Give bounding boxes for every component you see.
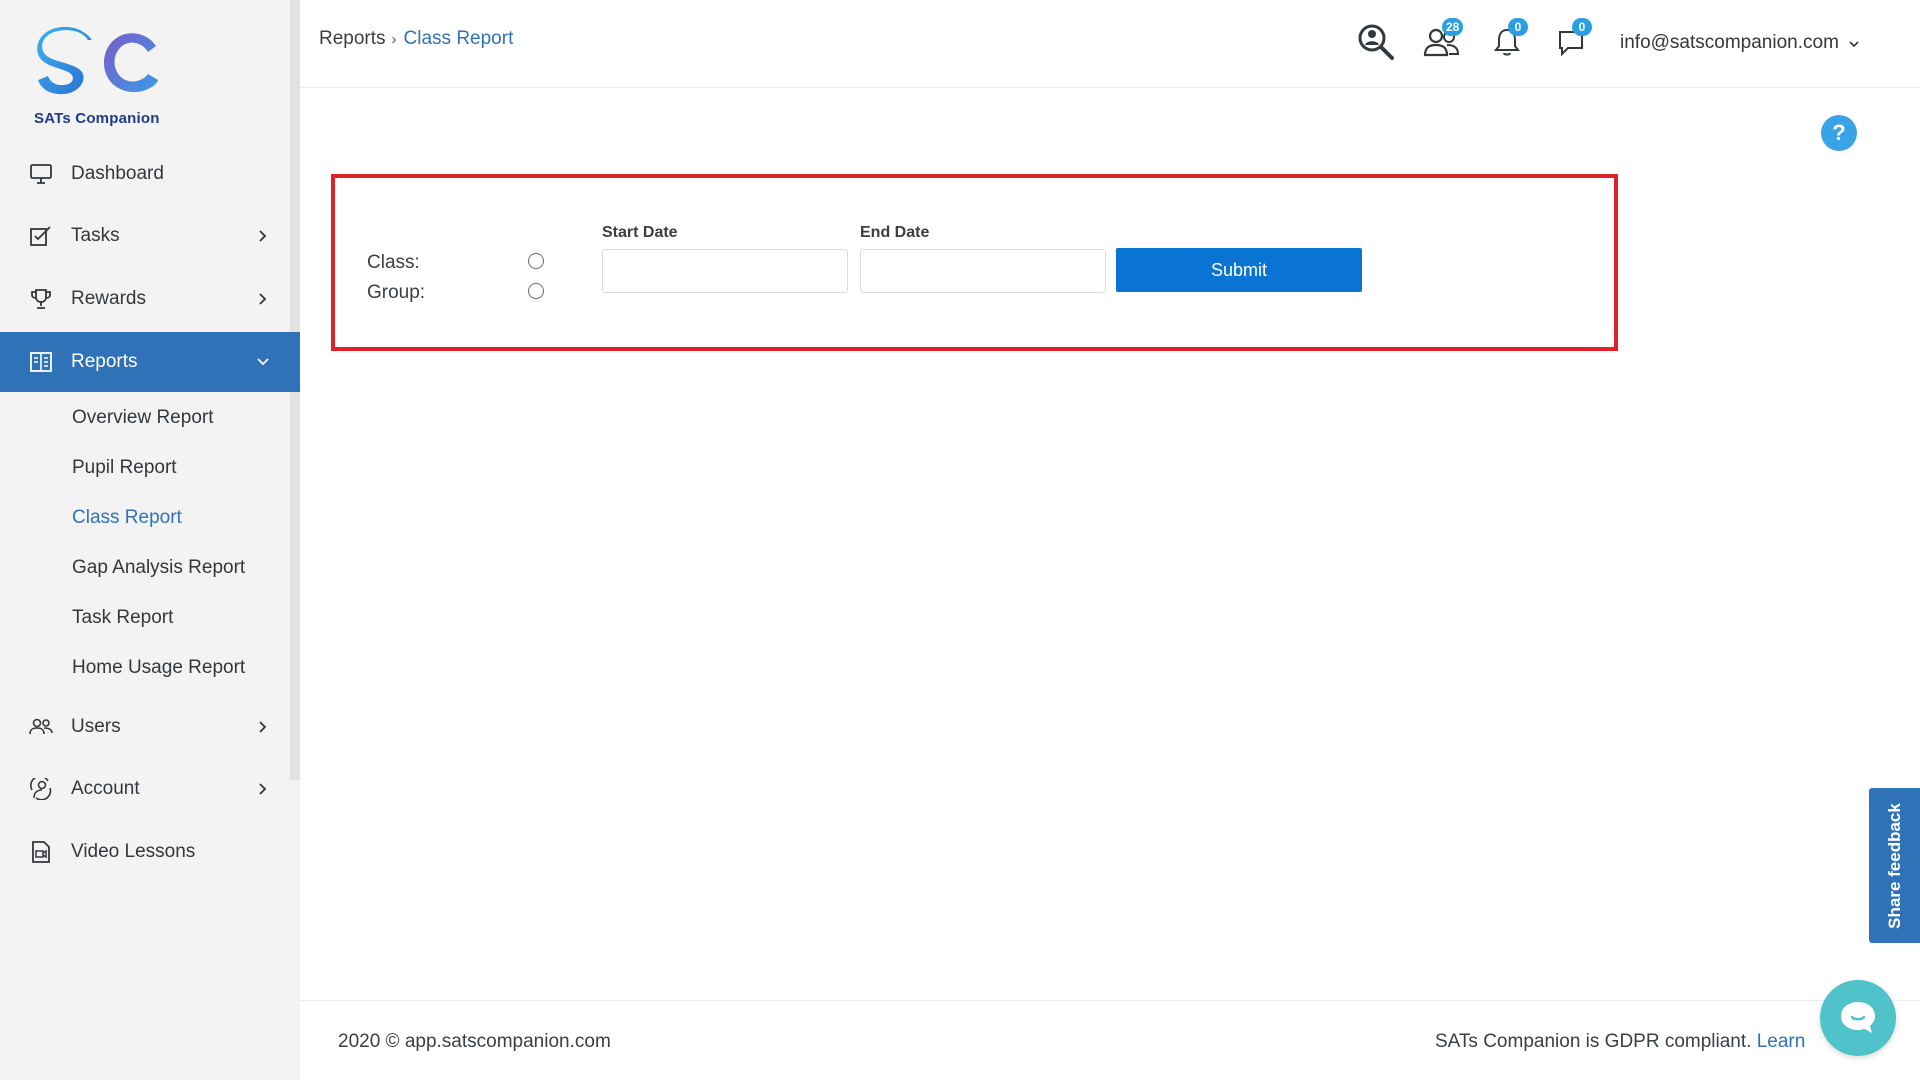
video-icon [29,840,53,864]
chevron-right-icon [256,782,270,796]
brand-name: SATs Companion [34,110,160,127]
class-radio[interactable] [528,253,544,269]
end-date-input[interactable] [860,249,1106,293]
class-label: Class: [367,252,420,273]
chevron-right-icon [256,292,270,306]
sidebar-subitem-task-report[interactable]: Task Report [72,607,173,629]
trophy-icon [29,287,53,311]
sidebar-subitem-home-usage-report[interactable]: Home Usage Report [72,657,245,679]
user-search-icon [1358,24,1394,60]
account-icon [29,777,53,801]
share-feedback-tab[interactable]: Share feedback [1869,788,1920,943]
copyright-text: 2020 © app.satscompanion.com [338,1031,611,1052]
gdpr-text: SATs Companion is GDPR compliant. [1435,1031,1752,1052]
breadcrumb-current: Class Report [403,28,514,49]
start-date-input[interactable] [602,249,848,293]
submit-button[interactable]: Submit [1116,248,1362,292]
chat-bubble-icon [1841,1002,1875,1033]
sidebar-subitem-class-report[interactable]: Class Report [72,507,182,529]
sidebar-item-label: Reports [71,351,138,372]
sidebar-item-label: Rewards [71,288,146,309]
chevron-right-icon [256,229,270,243]
user-email: info@satscompanion.com [1620,32,1839,53]
sidebar-item-dashboard[interactable]: Dashboard [0,144,300,204]
logo-icon [37,26,158,95]
users-icon [29,715,53,739]
share-feedback-label: Share feedback [1884,802,1904,929]
chevron-down-icon [256,355,270,369]
monitor-icon [29,162,53,186]
users-button[interactable]: 28 [1420,18,1464,62]
live-chat-button[interactable] [1820,980,1896,1056]
class-report-filter-form: Class: Group: Start Date End Date Submit [331,174,1618,351]
group-label: Group: [367,282,426,303]
learn-more-link[interactable]: Learn [1757,1031,1806,1052]
notifications-badge: 0 [1508,18,1528,36]
sidebar-item-account[interactable]: Account [0,759,300,819]
reports-icon [29,350,53,374]
messages-button[interactable]: 0 [1556,18,1592,62]
sidebar-subitem-pupil-report[interactable]: Pupil Report [72,457,177,479]
sidebar-item-tasks[interactable]: Tasks [0,206,300,266]
user-search-button[interactable] [1356,22,1396,62]
sidebar-item-label: Video Lessons [71,841,196,862]
breadcrumb: Reports › Class Report [319,28,513,50]
sidebar-item-reports[interactable]: Reports [0,332,300,392]
tasks-icon [29,224,53,248]
breadcrumb-separator: › [391,30,397,48]
help-button[interactable]: ? [1821,115,1857,151]
sidebar-item-users[interactable]: Users [0,697,300,757]
footer: 2020 © app.satscompanion.com SATs Compan… [300,1000,1920,1080]
breadcrumb-reports-link[interactable]: Reports [319,28,386,50]
sidebar-item-video-lessons[interactable]: Video Lessons [0,822,300,882]
messages-badge: 0 [1572,18,1592,36]
chevron-right-icon [256,720,270,734]
sidebar: SATs Companion Dashboard Tasks Rewards R… [0,0,300,1080]
sidebar-item-label: Account [71,778,140,799]
notifications-button[interactable]: 0 [1492,18,1528,62]
chevron-down-icon [1849,32,1859,54]
sidebar-subitem-overview-report[interactable]: Overview Report [72,407,214,429]
sidebar-item-label: Tasks [71,225,120,246]
group-radio[interactable] [528,283,544,299]
user-account-menu[interactable]: info@satscompanion.com [1620,32,1859,54]
sidebar-item-label: Dashboard [71,163,164,184]
sidebar-item-rewards[interactable]: Rewards [0,269,300,329]
gdpr-notice: SATs Companion is GDPR compliant. Learn [1435,1031,1805,1053]
start-date-label: Start Date [602,224,678,241]
top-header: Reports › Class Report 28 0 0 info@satsc… [300,0,1920,88]
sidebar-item-label: Users [71,716,121,737]
sidebar-subitem-gap-analysis-report[interactable]: Gap Analysis Report [72,557,245,579]
users-badge: 28 [1442,18,1464,36]
end-date-label: End Date [860,224,930,241]
